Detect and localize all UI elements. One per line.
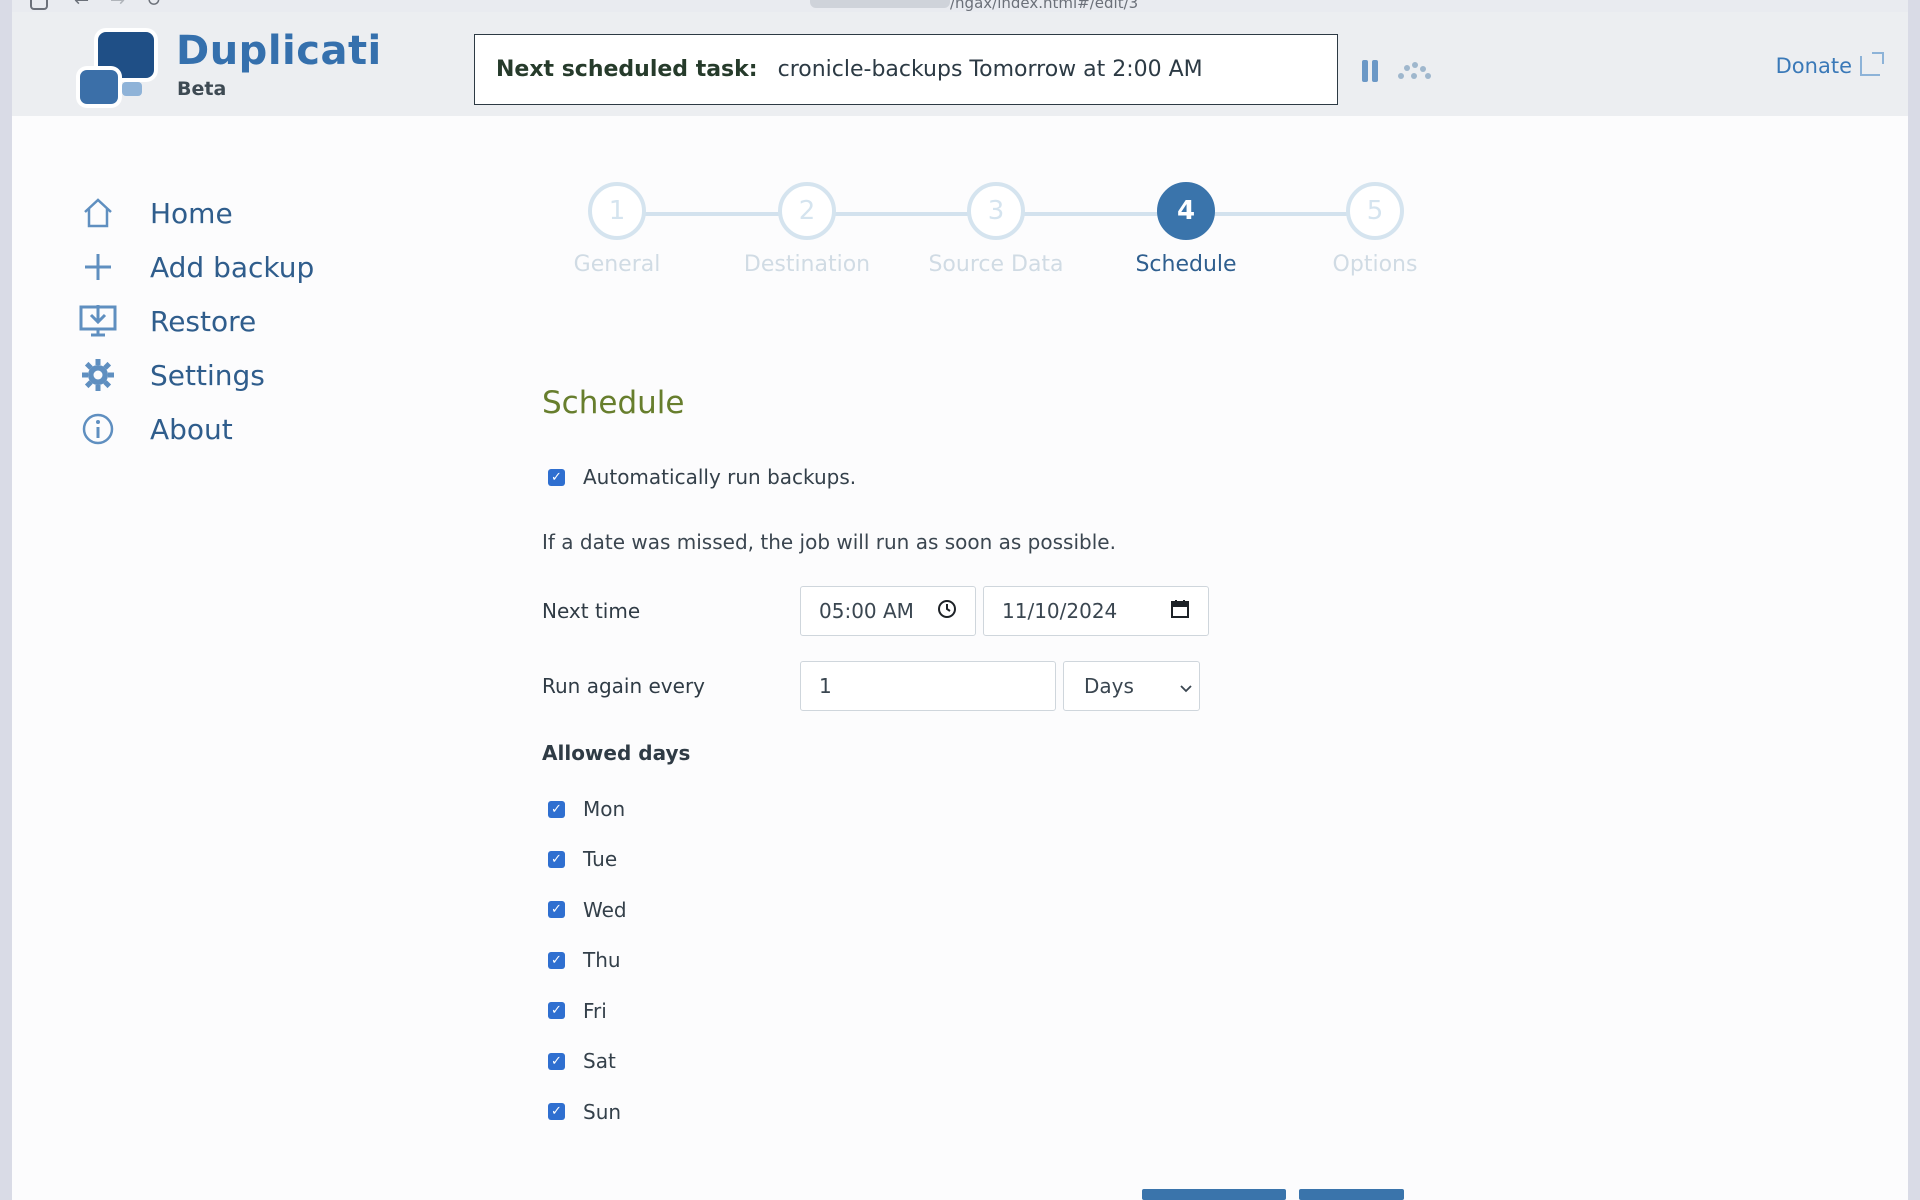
step-number: 5 — [1346, 182, 1404, 240]
donate-label: Donate — [1775, 54, 1852, 78]
allowed-days-label: Allowed days — [542, 741, 691, 765]
day-row-wed: ✓ Wed — [542, 884, 627, 935]
restore-icon — [76, 299, 120, 343]
day-label[interactable]: Mon — [583, 797, 625, 821]
day-label[interactable]: Thu — [583, 948, 621, 972]
day-checkbox[interactable]: ✓ — [548, 800, 565, 818]
plus-icon — [76, 245, 120, 289]
home-icon — [76, 191, 120, 235]
sidebar-item-about[interactable]: About — [76, 402, 314, 456]
calendar-icon[interactable] — [1170, 599, 1190, 624]
day-label[interactable]: Fri — [583, 999, 607, 1023]
step-number: 1 — [588, 182, 646, 240]
auto-run-row: ✓ Automatically run backups. — [542, 465, 856, 489]
sidebar-toggle-icon[interactable] — [30, 0, 48, 10]
next-time-label: Next time — [542, 599, 641, 623]
day-label[interactable]: Sat — [583, 1049, 616, 1073]
step-label: Schedule — [1135, 252, 1237, 277]
next-task-banner: Next scheduled task: cronicle-backups To… — [474, 34, 1338, 105]
throttle-icon[interactable] — [1396, 60, 1432, 87]
date-value: 11/10/2024 — [1002, 599, 1118, 623]
day-row-sat: ✓ Sat — [542, 1036, 627, 1086]
day-checkbox[interactable]: ✓ — [548, 1052, 565, 1070]
chevron-down-icon — [1179, 674, 1193, 698]
back-icon[interactable]: ← — [74, 0, 92, 11]
day-label[interactable]: Tue — [583, 847, 617, 871]
gear-icon — [76, 353, 120, 397]
next-task-value: cronicle-backups Tomorrow at 2:00 AM — [777, 57, 1203, 82]
sidebar-item-add-backup[interactable]: Add backup — [76, 240, 314, 294]
app-header: Duplicati Beta Next scheduled task: cron… — [12, 12, 1908, 116]
missed-date-note: If a date was missed, the job will run a… — [542, 530, 1116, 554]
sidebar-item-label: About — [150, 412, 233, 446]
sidebar-item-label: Add backup — [150, 250, 315, 284]
time-input[interactable]: 05:00 AM — [800, 586, 976, 636]
run-again-row: Run again every 1 Days — [542, 661, 1200, 711]
step-options[interactable]: 5 Options — [1300, 182, 1450, 277]
next-task-label: Next scheduled task: — [496, 57, 758, 82]
step-destination[interactable]: 2 Destination — [732, 182, 882, 277]
day-label[interactable]: Wed — [583, 898, 627, 922]
date-input[interactable]: 11/10/2024 — [983, 586, 1209, 636]
url-redacted — [810, 0, 950, 8]
run-again-label: Run again every — [542, 674, 706, 698]
sidebar-nav: Home Add backup Restore Settings About — [76, 186, 314, 456]
step-schedule[interactable]: 4 Schedule — [1111, 182, 1261, 277]
clock-icon[interactable] — [937, 599, 957, 624]
sidebar-item-restore[interactable]: Restore — [76, 294, 314, 348]
sidebar-item-home[interactable]: Home — [76, 186, 314, 240]
day-row-fri: ✓ Fri — [542, 985, 627, 1036]
brand-name[interactable]: Duplicati — [176, 28, 382, 74]
sidebar-item-label: Restore — [150, 304, 257, 338]
duplicati-logo[interactable] — [70, 32, 164, 112]
auto-run-label[interactable]: Automatically run backups. — [583, 465, 856, 489]
run-again-input[interactable]: 1 — [800, 661, 1056, 711]
info-icon — [76, 407, 120, 451]
step-label: General — [573, 252, 661, 277]
step-number: 2 — [778, 182, 836, 240]
run-again-unit-select[interactable]: Days — [1063, 661, 1200, 711]
time-value: 05:00 AM — [819, 599, 914, 623]
next-button[interactable] — [1299, 1189, 1404, 1200]
step-general[interactable]: 1 General — [542, 182, 692, 277]
sidebar-item-label: Settings — [150, 358, 265, 392]
day-label[interactable]: Sun — [583, 1100, 621, 1124]
day-checkbox[interactable]: ✓ — [548, 1103, 565, 1120]
day-row-thu: ✓ Thu — [542, 935, 627, 985]
forward-icon[interactable]: → — [110, 0, 128, 11]
run-again-unit-value: Days — [1084, 674, 1134, 698]
day-checkbox[interactable]: ✓ — [548, 901, 565, 918]
auto-run-checkbox[interactable]: ✓ — [548, 468, 565, 486]
app-window: ← → ↻ /ngax/index.html#/edit/3 Duplicati… — [12, 0, 1908, 1200]
step-number: 3 — [967, 182, 1025, 240]
day-row-mon: ✓ Mon — [542, 784, 627, 834]
section-title: Schedule — [542, 385, 685, 421]
previous-button[interactable] — [1142, 1189, 1286, 1200]
allowed-days-list: ✓ Mon ✓ Tue ✓ Wed ✓ Thu ✓ Fri ✓ Sat ✓ Su… — [542, 784, 627, 1137]
address-bar[interactable]: /ngax/index.html#/edit/3 — [950, 0, 1138, 12]
donate-link[interactable]: Donate — [1775, 52, 1884, 78]
day-checkbox[interactable]: ✓ — [548, 850, 565, 868]
brand-subtitle: Beta — [177, 78, 227, 100]
day-row-sun: ✓ Sun — [542, 1086, 627, 1137]
reload-icon[interactable]: ↻ — [146, 0, 164, 11]
external-link-icon — [1860, 52, 1884, 76]
day-checkbox[interactable]: ✓ — [548, 1002, 565, 1019]
day-checkbox[interactable]: ✓ — [548, 951, 565, 969]
browser-toolbar: ← → ↻ /ngax/index.html#/edit/3 — [12, 0, 1908, 12]
pause-icon[interactable] — [1362, 60, 1382, 84]
sidebar-item-label: Home — [150, 196, 233, 230]
step-number: 4 — [1157, 182, 1215, 240]
next-time-row: Next time 05:00 AM 11/10/2024 — [542, 586, 1209, 636]
step-label: Options — [1332, 252, 1418, 277]
step-label: Source Data — [928, 252, 1064, 277]
step-label: Destination — [743, 252, 871, 277]
sidebar-item-settings[interactable]: Settings — [76, 348, 314, 402]
day-row-tue: ✓ Tue — [542, 834, 627, 884]
wizard-steps: 1 General 2 Destination 3 Source Data 4 … — [542, 182, 1442, 292]
step-source-data[interactable]: 3 Source Data — [921, 182, 1071, 277]
